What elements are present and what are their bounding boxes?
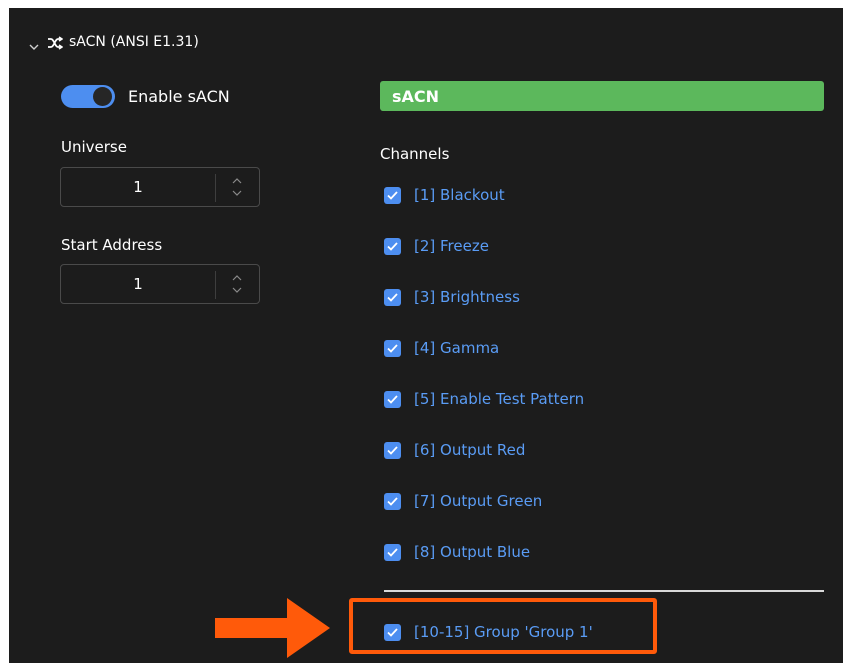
arrow-right-icon (215, 598, 330, 658)
checkmark-icon (387, 242, 398, 251)
channel-label: [8] Output Blue (414, 543, 531, 561)
chevron-down-icon (29, 37, 39, 50)
channel-checkbox[interactable] (384, 289, 401, 306)
universe-stepper-buttons (215, 168, 259, 206)
enable-sacn-row: Enable sACN (61, 85, 230, 108)
channel-checkbox[interactable] (384, 340, 401, 357)
channel-item[interactable]: [8] Output Blue (384, 542, 824, 593)
universe-stepper (60, 167, 260, 207)
chevron-up-icon (232, 178, 242, 184)
checkmark-icon (387, 395, 398, 404)
start-address-decrement-button[interactable] (230, 284, 244, 296)
checkmark-icon (387, 548, 398, 557)
start-address-stepper (60, 264, 260, 304)
channel-label: [4] Gamma (414, 339, 500, 357)
toggle-knob (93, 87, 112, 106)
universe-label: Universe (61, 138, 127, 156)
checkmark-icon (387, 344, 398, 353)
channel-label: [5] Enable Test Pattern (414, 390, 585, 408)
channel-item[interactable]: [6] Output Red (384, 440, 824, 491)
channel-checkbox[interactable] (384, 391, 401, 408)
group-channel-label: [10-15] Group 'Group 1' (414, 623, 593, 641)
universe-input[interactable] (61, 168, 215, 206)
checkmark-icon (387, 497, 398, 506)
channel-checkbox[interactable] (384, 493, 401, 510)
channel-label: [7] Output Green (414, 492, 543, 510)
channel-checkbox[interactable] (384, 187, 401, 204)
channel-checkbox[interactable] (384, 442, 401, 459)
chevron-down-icon (232, 190, 242, 196)
start-address-input[interactable] (61, 265, 215, 303)
section-title: sACN (ANSI E1.31) (69, 34, 199, 50)
universe-increment-button[interactable] (230, 175, 244, 187)
channel-item[interactable]: [5] Enable Test Pattern (384, 389, 824, 440)
channel-label: [6] Output Red (414, 441, 526, 459)
checkmark-icon (387, 191, 398, 200)
chevron-up-icon (232, 275, 242, 281)
start-address-stepper-buttons (215, 265, 259, 303)
group-checkbox[interactable] (384, 624, 401, 641)
checkmark-icon (387, 628, 398, 637)
channel-label: [2] Freeze (414, 237, 489, 255)
stepper-divider (215, 174, 216, 202)
channel-item[interactable]: [2] Freeze (384, 236, 824, 287)
checkmark-icon (387, 446, 398, 455)
enable-sacn-toggle[interactable] (61, 85, 115, 108)
channel-item[interactable]: [7] Output Green (384, 491, 824, 542)
sacn-status-bar: sACN (380, 81, 824, 111)
channel-list: [1] Blackout [2] Freeze [3] Brightness [… (384, 185, 824, 593)
sacn-settings-panel: sACN (ANSI E1.31) Enable sACN Universe S… (9, 8, 843, 663)
chevron-down-icon (232, 287, 242, 293)
enable-sacn-label: Enable sACN (128, 87, 230, 106)
channel-checkbox[interactable] (384, 238, 401, 255)
start-address-label: Start Address (61, 236, 163, 254)
start-address-increment-button[interactable] (230, 272, 244, 284)
group-channel-item[interactable]: [10-15] Group 'Group 1' (384, 622, 593, 643)
section-header[interactable]: sACN (ANSI E1.31) (29, 32, 199, 52)
channel-checkbox[interactable] (384, 544, 401, 561)
stepper-divider (215, 271, 216, 299)
channel-item[interactable]: [3] Brightness (384, 287, 824, 338)
channel-item[interactable]: [4] Gamma (384, 338, 824, 389)
shuffle-icon (47, 35, 64, 50)
universe-decrement-button[interactable] (230, 187, 244, 199)
channels-heading: Channels (380, 145, 450, 163)
checkmark-icon (387, 293, 398, 302)
channel-label: [1] Blackout (414, 186, 505, 204)
channel-group-divider (384, 590, 824, 592)
channel-label: [3] Brightness (414, 288, 520, 306)
channel-item[interactable]: [1] Blackout (384, 185, 824, 236)
